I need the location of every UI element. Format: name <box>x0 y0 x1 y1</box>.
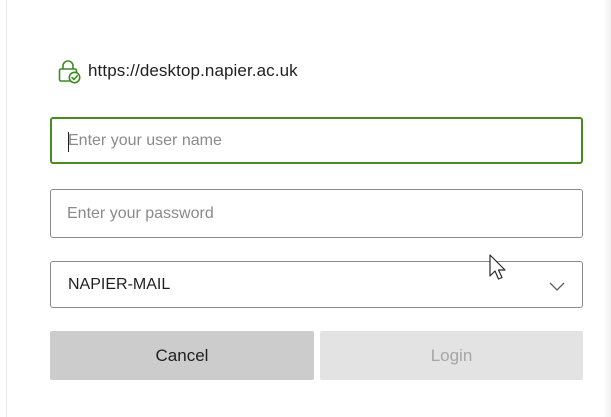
text-caret <box>68 132 69 152</box>
site-url: https://desktop.napier.ac.uk <box>88 61 298 80</box>
cancel-button[interactable]: Cancel <box>50 331 314 380</box>
username-input[interactable] <box>52 119 581 162</box>
site-identity: https://desktop.napier.ac.uk <box>56 56 298 86</box>
dialog-shadow <box>603 0 611 417</box>
dialog-border <box>6 0 7 417</box>
mouse-pointer-icon <box>488 254 512 286</box>
password-field[interactable] <box>50 189 583 238</box>
domain-select-value: NAPIER-MAIL <box>68 275 171 293</box>
password-input[interactable] <box>51 190 582 237</box>
chevron-down-icon[interactable] <box>548 279 566 291</box>
login-button[interactable]: Login <box>320 331 583 380</box>
login-dialog: https://desktop.napier.ac.uk NAPIER-MAIL… <box>0 0 611 417</box>
secure-lock-icon <box>56 58 82 84</box>
username-field[interactable] <box>50 117 583 164</box>
